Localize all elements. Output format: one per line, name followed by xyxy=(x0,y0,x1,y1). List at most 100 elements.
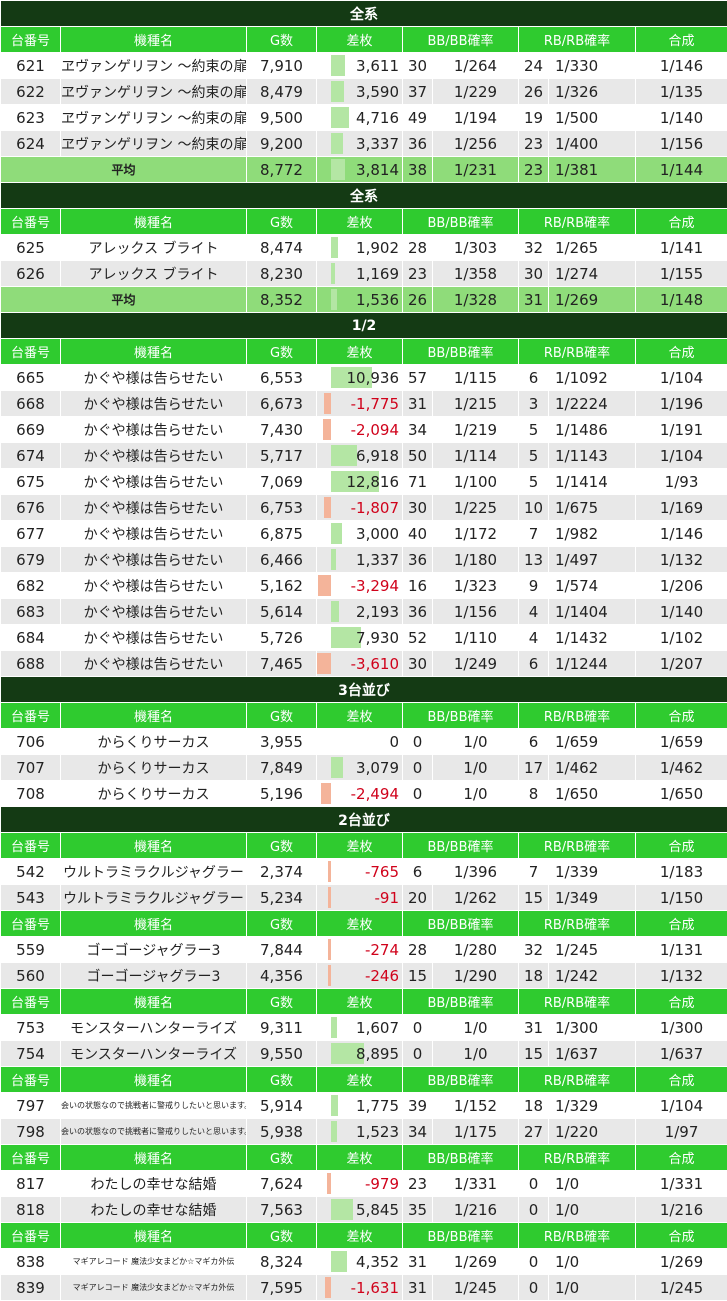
column-header: RB/RB確率 xyxy=(519,1067,636,1093)
game-count: 7,069 xyxy=(247,469,317,495)
column-header: 差枚 xyxy=(317,989,403,1015)
column-header: RB/RB確率 xyxy=(519,833,636,859)
diff-bar-positive xyxy=(331,1121,337,1142)
table-row: 817わたしの幸せな結婚7,624-979231/33101/01/331 xyxy=(1,1171,727,1197)
game-count: 5,234 xyxy=(247,885,317,911)
diff-bar-negative xyxy=(328,861,331,882)
machine-name: ウルトラミラクルジャグラー xyxy=(61,859,247,885)
diff-cell: 6,918 xyxy=(317,443,403,469)
game-count: 8,230 xyxy=(247,261,317,287)
bb-rate: 1/219 xyxy=(433,417,519,443)
column-header: RB/RB確率 xyxy=(519,1145,636,1171)
bb-rate: 1/115 xyxy=(433,365,519,391)
diff-bar-positive xyxy=(331,289,337,310)
rb-count: 7 xyxy=(519,859,549,885)
average-row: 平均8,7723,814381/231231/3811/144 xyxy=(1,157,727,183)
bb-rate: 1/0 xyxy=(433,1041,519,1067)
diff-cell: 5,845 xyxy=(317,1197,403,1223)
column-header: 差枚 xyxy=(317,1223,403,1249)
game-count: 3,955 xyxy=(247,729,317,755)
column-header: 合成 xyxy=(636,989,727,1015)
bb-rate: 1/175 xyxy=(433,1119,519,1145)
column-header: 合成 xyxy=(636,1223,727,1249)
section-header-row: 全系 xyxy=(1,183,727,209)
bb-rate: 1/216 xyxy=(433,1197,519,1223)
machine-number: 669 xyxy=(1,417,61,443)
machine-number: 675 xyxy=(1,469,61,495)
column-header: G数 xyxy=(247,911,317,937)
column-header-row: 台番号機種名G数差枚BB/BB確率RB/RB確率合成 xyxy=(1,1223,727,1249)
bb-count: 28 xyxy=(403,937,433,963)
machine-number: 708 xyxy=(1,781,61,807)
bb-count: 30 xyxy=(403,495,433,521)
machine-name: ウルトラミラクルジャグラー xyxy=(61,885,247,911)
average-rb-count: 31 xyxy=(519,287,549,313)
bb-rate: 1/303 xyxy=(433,235,519,261)
machine-name: かぐや様は告らせたい xyxy=(61,521,247,547)
bb-count: 16 xyxy=(403,573,433,599)
diff-cell: -1,775 xyxy=(317,391,403,417)
column-header: RB/RB確率 xyxy=(519,911,636,937)
column-header: 差枚 xyxy=(317,703,403,729)
rb-count: 15 xyxy=(519,885,549,911)
game-count: 7,465 xyxy=(247,651,317,677)
diff-cell: -3,294 xyxy=(317,573,403,599)
column-header: RB/RB確率 xyxy=(519,209,636,235)
diff-bar-negative xyxy=(318,575,331,596)
machine-number: 706 xyxy=(1,729,61,755)
combined-rate: 1/102 xyxy=(636,625,727,651)
diff-value: 1,902 xyxy=(356,239,399,257)
rb-count: 5 xyxy=(519,417,549,443)
table-row: 675かぐや様は告らせたい7,06912,816711/10051/14141/… xyxy=(1,469,727,495)
rb-count: 30 xyxy=(519,261,549,287)
machine-name: わたしの幸せな結婚 xyxy=(61,1171,247,1197)
column-header: 機種名 xyxy=(61,989,247,1015)
diff-value: -2,094 xyxy=(351,421,399,439)
machine-number: 676 xyxy=(1,495,61,521)
slot-data-table: 全系台番号機種名G数差枚BB/BB確率RB/RB確率合成621ヱヴァンゲリヲン … xyxy=(0,0,727,1301)
machine-number: 542 xyxy=(1,859,61,885)
machine-number: 623 xyxy=(1,105,61,131)
rb-rate: 1/659 xyxy=(549,729,636,755)
diff-value: 2,193 xyxy=(356,603,399,621)
rb-rate: 1/300 xyxy=(549,1015,636,1041)
section-title: 全系 xyxy=(1,183,727,209)
diff-bar-negative xyxy=(327,1173,331,1194)
diff-value: -2,494 xyxy=(351,785,399,803)
bb-count: 36 xyxy=(403,547,433,573)
bb-count: 31 xyxy=(403,391,433,417)
rb-rate: 1/1244 xyxy=(549,651,636,677)
table-row: 676かぐや様は告らせたい6,753-1,807301/225101/6751/… xyxy=(1,495,727,521)
diff-value: 3,079 xyxy=(356,759,399,777)
rb-rate: 1/1092 xyxy=(549,365,636,391)
section-title: 3台並び xyxy=(1,677,727,703)
diff-bar-positive xyxy=(331,55,345,76)
section-title: 2台並び xyxy=(1,807,727,833)
diff-bar-negative xyxy=(317,653,331,674)
diff-value: 10,936 xyxy=(347,369,400,387)
game-count: 5,162 xyxy=(247,573,317,599)
machine-number: 754 xyxy=(1,1041,61,1067)
average-combined-rate: 1/148 xyxy=(636,287,727,313)
diff-value: -3,294 xyxy=(351,577,399,595)
bb-rate: 1/249 xyxy=(433,651,519,677)
bb-count: 6 xyxy=(403,859,433,885)
combined-rate: 1/104 xyxy=(636,365,727,391)
game-count: 5,938 xyxy=(247,1119,317,1145)
rb-rate: 1/326 xyxy=(549,79,636,105)
column-header: BB/BB確率 xyxy=(403,339,519,365)
table-row: 797会いの状態なので挑戦者に警戒りしたいと思います。5,9141,775391… xyxy=(1,1093,727,1119)
combined-rate: 1/196 xyxy=(636,391,727,417)
diff-cell: -1,631 xyxy=(317,1275,403,1301)
table-row: 707からくりサーカス7,8493,07901/0171/4621/462 xyxy=(1,755,727,781)
machine-name: かぐや様は告らせたい xyxy=(61,625,247,651)
diff-bar-positive xyxy=(331,159,345,180)
diff-bar-positive xyxy=(331,237,338,258)
diff-cell: -765 xyxy=(317,859,403,885)
average-rb-count: 23 xyxy=(519,157,549,183)
table-row: 818わたしの幸せな結婚7,5635,845351/21601/01/216 xyxy=(1,1197,727,1223)
rb-rate: 1/0 xyxy=(549,1275,636,1301)
combined-rate: 1/331 xyxy=(636,1171,727,1197)
game-count: 5,726 xyxy=(247,625,317,651)
bb-count: 0 xyxy=(403,755,433,781)
